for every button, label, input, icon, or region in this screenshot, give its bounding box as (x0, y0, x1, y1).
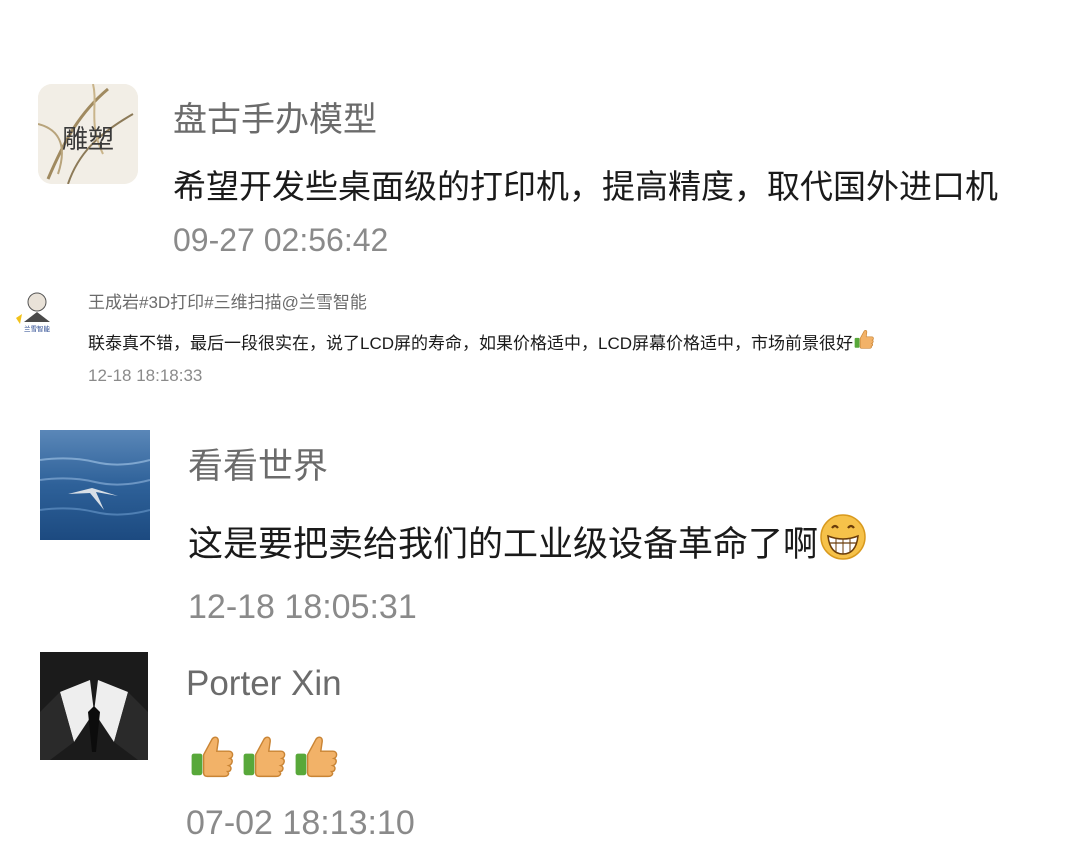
comment-text: 联泰真不错，最后一段很实在，说了LCD屏的寿命，如果价格适中，LCD屏幕价格适中… (88, 328, 875, 355)
username[interactable]: 盘古手办模型 (173, 92, 377, 141)
comment-text-content: 联泰真不错，最后一段很实在，说了LCD屏的寿命，如果价格适中，LCD屏幕价格适中… (88, 334, 854, 353)
username[interactable]: 王成岩#3D打印#三维扫描@兰雪智能 (88, 288, 367, 313)
avatar[interactable] (40, 430, 150, 540)
comment-item: 看看世界 这是要把卖给我们的工业级设备革命了啊 12-18 18:05:31 (0, 400, 1080, 640)
avatar[interactable] (40, 652, 148, 760)
comment-text: 希望开发些桌面级的打印机，提高精度，取代国外进口机 (173, 168, 998, 205)
timestamp: 07-02 18:13:10 (186, 804, 415, 842)
timestamp: 12-18 18:05:31 (188, 588, 417, 626)
thumbs-up-icon (238, 732, 290, 789)
comment-text (186, 732, 342, 789)
thumbs-up-icon (290, 732, 342, 789)
timestamp: 12-18 18:18:33 (88, 366, 203, 385)
avatar[interactable]: 雕塑 (38, 84, 138, 184)
comment-text: 这是要把卖给我们的工业级设备革命了啊 (188, 512, 868, 571)
comment-item: 雕塑 盘古手办模型 希望开发些桌面级的打印机，提高精度，取代国外进口机 09-2… (0, 0, 1080, 270)
avatar-text: 雕塑 (62, 125, 114, 155)
thumbs-up-icon (186, 732, 238, 789)
avatar[interactable]: 兰雪智能 (12, 284, 62, 334)
comment-item: Porter Xin 07-02 18:13:10 (0, 640, 1080, 856)
username[interactable]: 看看世界 (188, 438, 328, 489)
avatar-text: 兰雪智能 (24, 324, 51, 333)
comment-text-content: 这是要把卖给我们的工业级设备革命了啊 (188, 525, 819, 564)
comment-item: 兰雪智能 王成岩#3D打印#三维扫描@兰雪智能 联泰真不错，最后一段很实在，说了… (0, 270, 1080, 400)
grinning-face-icon (818, 512, 868, 571)
thumbs-up-icon (853, 328, 875, 355)
username[interactable]: Porter Xin (186, 664, 342, 704)
timestamp: 09-27 02:56:42 (173, 222, 389, 258)
